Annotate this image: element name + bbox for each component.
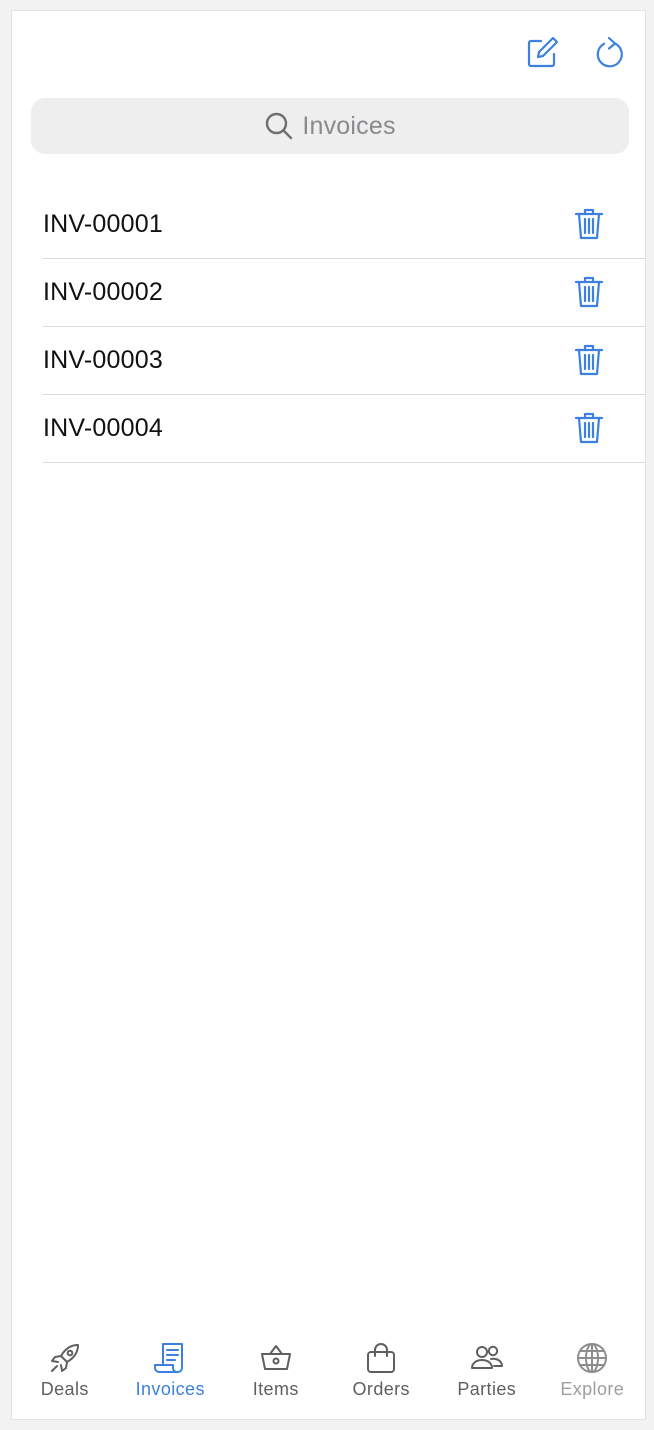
app-window: Invoices INV-00001 INV-00002 INV-00003 I… — [11, 10, 646, 1420]
invoice-row[interactable]: INV-00004 — [43, 395, 645, 463]
invoice-row[interactable]: INV-00002 — [43, 259, 645, 327]
refresh-button[interactable] — [593, 35, 629, 71]
receipt-icon — [153, 1341, 187, 1375]
globe-icon — [575, 1341, 609, 1375]
invoice-number: INV-00001 — [43, 210, 163, 238]
trash-icon — [574, 207, 604, 241]
search-icon — [264, 111, 294, 141]
delete-button[interactable] — [571, 274, 607, 310]
search-field[interactable]: Invoices — [31, 98, 629, 154]
people-icon — [470, 1341, 504, 1375]
tab-parties[interactable]: Parties — [434, 1329, 540, 1400]
rocket-icon — [48, 1341, 82, 1375]
tab-deals[interactable]: Deals — [12, 1329, 118, 1400]
invoice-row[interactable]: INV-00003 — [43, 327, 645, 395]
tab-orders[interactable]: Orders — [329, 1329, 435, 1400]
compose-button[interactable] — [524, 35, 560, 71]
invoice-number: INV-00002 — [43, 278, 163, 306]
invoice-number: INV-00004 — [43, 414, 163, 442]
invoice-number: INV-00003 — [43, 346, 163, 374]
trash-icon — [574, 411, 604, 445]
delete-button[interactable] — [571, 206, 607, 242]
invoice-list: INV-00001 INV-00002 INV-00003 INV-00004 — [43, 191, 645, 463]
tab-label: Invoices — [135, 1379, 205, 1399]
tab-label: Deals — [40, 1379, 89, 1399]
tab-label: Orders — [352, 1379, 410, 1399]
trash-icon — [574, 275, 604, 309]
shopping-bag-icon — [364, 1341, 398, 1375]
invoice-row[interactable]: INV-00001 — [43, 191, 645, 259]
search-placeholder: Invoices — [302, 111, 396, 140]
refresh-icon — [594, 36, 628, 70]
basket-icon — [259, 1341, 293, 1375]
delete-button[interactable] — [571, 342, 607, 378]
tab-invoices[interactable]: Invoices — [118, 1329, 224, 1400]
tab-explore[interactable]: Explore — [540, 1329, 646, 1400]
top-toolbar — [12, 11, 645, 91]
tab-label: Parties — [457, 1379, 517, 1399]
tab-label: Items — [252, 1379, 299, 1399]
tab-bar: Deals Invoices Items Orders Parties Expl… — [12, 1329, 645, 1419]
delete-button[interactable] — [571, 410, 607, 446]
trash-icon — [574, 343, 604, 377]
tab-label: Explore — [560, 1379, 625, 1399]
tab-items[interactable]: Items — [223, 1329, 329, 1400]
compose-icon — [525, 36, 559, 70]
